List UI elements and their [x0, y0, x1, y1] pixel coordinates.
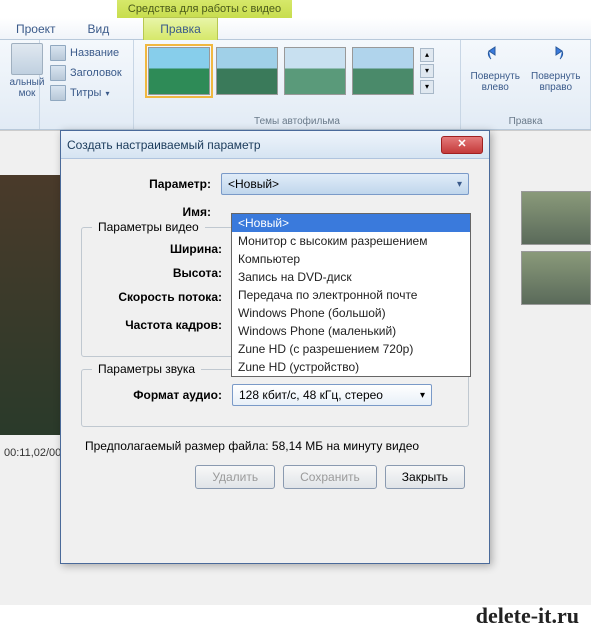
rotate-left-button[interactable]: Повернуть влево: [467, 43, 524, 93]
dropdown-item[interactable]: Windows Phone (маленький): [232, 322, 470, 340]
audio-legend: Параметры звука: [92, 362, 201, 376]
ribbon-context-tab[interactable]: Средства для работы с видео: [117, 0, 292, 18]
close-icon[interactable]: ✕: [441, 136, 483, 154]
dropdown-item[interactable]: Передача по электронной почте: [232, 286, 470, 304]
rotate-left-icon: [483, 43, 507, 67]
height-label: Высота:: [92, 266, 232, 280]
dropdown-item[interactable]: <Новый>: [232, 214, 470, 232]
tab-project[interactable]: Проект: [0, 18, 72, 40]
timecode: 00:11,02/00:: [0, 445, 68, 461]
video-preview: [0, 175, 64, 435]
dialog-titlebar: Создать настраиваемый параметр ✕: [61, 131, 489, 159]
watermark: delete-it.ru: [476, 603, 579, 629]
tab-view[interactable]: Вид: [72, 18, 126, 40]
width-label: Ширина:: [92, 242, 232, 256]
tab-edit[interactable]: Правка: [143, 17, 218, 40]
audio-combo[interactable]: 128 кбит/с, 48 кГц, стерео: [232, 384, 432, 406]
dialog-title: Создать настраиваемый параметр: [67, 138, 441, 152]
param-label: Параметр:: [81, 177, 221, 191]
theme-thumb-4[interactable]: [352, 47, 414, 95]
audio-label: Формат аудио:: [92, 388, 232, 402]
theme-gallery-arrows[interactable]: ▴▾▾: [420, 48, 434, 94]
ribbon-tabs: Проект Вид Правка: [0, 18, 591, 40]
rotate-right-icon: [544, 43, 568, 67]
name-icon: [50, 45, 66, 61]
titles-icon: [50, 85, 66, 101]
theme-thumb-1[interactable]: [148, 47, 210, 95]
chevron-down-icon: ▾: [105, 89, 109, 98]
video-legend: Параметры видео: [92, 220, 205, 234]
file-size-estimate: Предполагаемый размер файла: 58,14 МБ на…: [85, 439, 465, 453]
delete-button[interactable]: Удалить: [195, 465, 275, 489]
dropdown-item[interactable]: Монитор с высоким разрешением: [232, 232, 470, 250]
dropdown-item[interactable]: Запись на DVD-диск: [232, 268, 470, 286]
snapshot-icon: [11, 43, 43, 75]
param-dropdown-list: <Новый>Монитор с высоким разрешениемКомп…: [231, 213, 471, 377]
theme-thumb-2[interactable]: [216, 47, 278, 95]
storyboard-thumb-1[interactable]: [521, 191, 591, 245]
close-button[interactable]: Закрыть: [385, 465, 465, 489]
themes-group-label: Темы автофильма: [134, 116, 460, 127]
custom-param-dialog: Создать настраиваемый параметр ✕ Парамет…: [60, 130, 490, 564]
param-combo[interactable]: <Новый>: [221, 173, 469, 195]
edit-group-label: Правка: [461, 116, 590, 127]
storyboard-thumb-2[interactable]: [521, 251, 591, 305]
titles-button[interactable]: Титры▾: [46, 83, 127, 103]
rotate-right-button[interactable]: Повернуть вправо: [528, 43, 585, 93]
name-button[interactable]: Название: [46, 43, 127, 63]
name-label: Имя:: [81, 205, 221, 219]
theme-thumb-3[interactable]: [284, 47, 346, 95]
dropdown-item[interactable]: Компьютер: [232, 250, 470, 268]
ribbon: альный мок Название Заголовок Титры▾ ▴▾▾…: [0, 40, 591, 130]
dropdown-item[interactable]: Zune HD (устройство): [232, 358, 470, 376]
dropdown-item[interactable]: Zune HD (с разрешением 720p): [232, 340, 470, 358]
audio-fieldset: Параметры звука Формат аудио: 128 кбит/с…: [81, 369, 469, 427]
header-icon: [50, 65, 66, 81]
bitrate-label: Скорость потока:: [92, 290, 232, 304]
fps-label: Частота кадров:: [92, 318, 232, 332]
header-button[interactable]: Заголовок: [46, 63, 127, 83]
dropdown-item[interactable]: Windows Phone (большой): [232, 304, 470, 322]
save-button[interactable]: Сохранить: [283, 465, 377, 489]
